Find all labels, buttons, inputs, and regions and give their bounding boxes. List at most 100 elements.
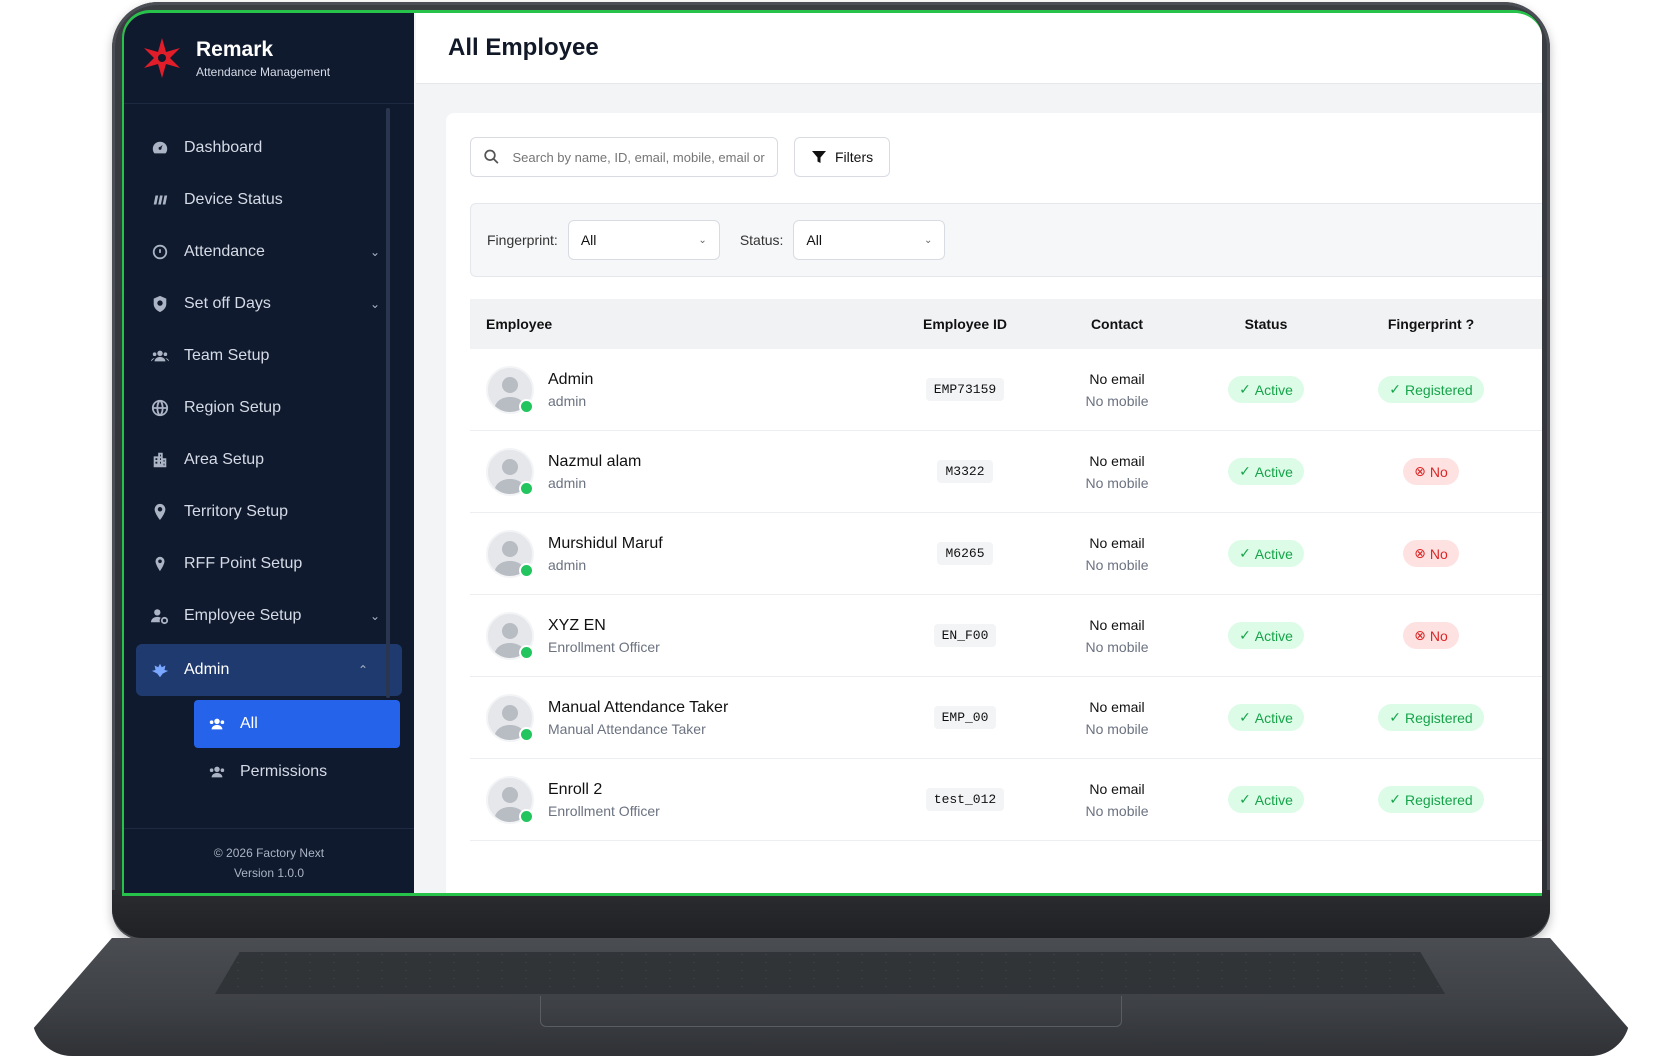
sidebar-item-region-setup[interactable]: Region Setup xyxy=(124,382,414,434)
table-row[interactable]: Enroll 2 Enrollment Officer test_012 No … xyxy=(470,759,1542,841)
employee-role: Enrollment Officer xyxy=(548,802,660,819)
status-badge: ✓ Active xyxy=(1228,622,1304,649)
search-input[interactable] xyxy=(510,148,777,166)
status-cell: ✓ Active xyxy=(1186,458,1346,485)
sidebar-item-rff-point-setup[interactable]: RFF Point Setup xyxy=(124,538,414,590)
avatar[interactable] xyxy=(486,611,534,660)
check-circle-icon: ✓ xyxy=(1239,791,1251,807)
employee-id-cell: M6265 xyxy=(882,542,1048,565)
fingerprint-badge-label: No xyxy=(1429,545,1448,562)
brand-subtitle: Attendance Management xyxy=(196,64,331,79)
sidebar-item-employee-setup[interactable]: Employee Setup ⌄ xyxy=(124,590,414,642)
online-status-dot xyxy=(519,398,534,414)
sidebar-item-label: Set off Days xyxy=(184,295,271,312)
location-icon xyxy=(150,554,170,574)
table-row[interactable]: Nazmul alam admin M3322 No email No mobi… xyxy=(470,431,1542,513)
chevron-down-icon: ⌄ xyxy=(924,234,933,246)
fingerprint-badge: ⊗ No xyxy=(1403,540,1459,567)
sidebar-scrollbar[interactable] xyxy=(386,108,390,698)
sidebar-item-admin[interactable]: Admin ⌃ xyxy=(136,644,402,696)
x-circle-icon: ⊗ xyxy=(1414,463,1426,479)
status-select[interactable]: All ⌄ xyxy=(793,220,946,260)
brand-name: Remark xyxy=(196,37,274,61)
laptop-keyboard xyxy=(215,952,1445,994)
table-row[interactable]: Admin admin EMP73159 No email No mobile … xyxy=(470,349,1542,431)
sidebar-item-territory-setup[interactable]: Territory Setup xyxy=(124,486,414,538)
sidebar-subitem-all[interactable]: All xyxy=(194,700,400,748)
contact-cell: No email No mobile xyxy=(1048,781,1186,819)
header-fingerprint[interactable]: Fingerprint ? xyxy=(1346,316,1516,332)
search-box[interactable] xyxy=(470,137,778,177)
header-employee-id[interactable]: Employee ID xyxy=(882,316,1048,332)
header-employee[interactable]: Employee xyxy=(470,316,882,332)
sidebar-nav: Dashboard Device Status Attendance ⌄ Set… xyxy=(124,104,414,796)
sidebar-item-attendance[interactable]: Attendance ⌄ xyxy=(124,226,414,278)
contact-cell: No email No mobile xyxy=(1048,535,1186,573)
contact-mobile: No mobile xyxy=(1085,638,1149,655)
avatar[interactable] xyxy=(486,447,534,496)
table-header: Employee Employee ID Contact Status Fing… xyxy=(470,299,1542,349)
contact-email: No email xyxy=(1089,452,1145,469)
employee-role: admin xyxy=(548,474,587,491)
laptop-hinge xyxy=(112,890,1550,938)
laptop-trackpad xyxy=(540,996,1122,1027)
sidebar-item-team-setup[interactable]: Team Setup xyxy=(124,330,414,382)
contact-mobile: No mobile xyxy=(1085,802,1149,819)
fingerprint-cell: ✓ Registered xyxy=(1346,704,1516,731)
map-pin-icon xyxy=(150,502,170,522)
employee-role: Manual Attendance Taker xyxy=(548,720,706,737)
employee-id-cell: EMP73159 xyxy=(882,378,1048,401)
employee-cell: XYZ EN Enrollment Officer xyxy=(470,611,882,660)
sidebar-item-label: Territory Setup xyxy=(184,503,289,520)
sidebar-item-dashboard[interactable]: Dashboard xyxy=(124,122,414,174)
device-icon xyxy=(150,190,170,210)
employee-cell: Enroll 2 Enrollment Officer xyxy=(470,775,882,824)
table-row[interactable]: Manual Attendance Taker Manual Attendanc… xyxy=(470,677,1542,759)
clock-icon xyxy=(150,242,170,262)
header-contact[interactable]: Contact xyxy=(1048,316,1186,332)
filter-panel: Fingerprint: All ⌄ Status: All ⌄ xyxy=(470,203,1542,277)
contact-email: No email xyxy=(1089,698,1145,715)
fingerprint-cell: ✓ Registered xyxy=(1346,376,1516,403)
header-status[interactable]: Status xyxy=(1186,316,1346,332)
avatar[interactable] xyxy=(486,529,534,578)
filters-button-label: Filters xyxy=(835,149,874,165)
sidebar-item-device-status[interactable]: Device Status xyxy=(124,174,414,226)
sidebar-item-area-setup[interactable]: Area Setup xyxy=(124,434,414,486)
brand[interactable]: Remark Attendance Management xyxy=(124,13,414,104)
employee-name: Enroll 2 xyxy=(548,780,603,798)
online-status-dot xyxy=(519,562,534,578)
contact-email: No email xyxy=(1089,616,1145,633)
contact-mobile: No mobile xyxy=(1085,720,1149,737)
avatar[interactable] xyxy=(486,365,534,414)
avatar[interactable] xyxy=(486,693,534,742)
sidebar-subitem-permissions[interactable]: Permissions xyxy=(194,748,400,796)
fingerprint-badge-label: Registered xyxy=(1405,381,1473,398)
status-badge-label: Active xyxy=(1254,463,1293,480)
employee-id-chip: EMP73159 xyxy=(925,378,1005,401)
sidebar-item-set-off-days[interactable]: Set off Days ⌄ xyxy=(124,278,414,330)
employee-card: Filters Fingerprint: All ⌄ Status: All ⌄… xyxy=(446,113,1542,893)
app-screen: Remark Attendance Management Dashboard D… xyxy=(122,10,1542,896)
users-icon xyxy=(208,762,228,782)
contact-mobile: No mobile xyxy=(1085,556,1149,573)
copyright-text: © 2026 Factory Next xyxy=(213,846,325,860)
employee-id-chip: EN_F00 xyxy=(933,624,997,647)
table-row[interactable]: XYZ EN Enrollment Officer EN_F00 No emai… xyxy=(470,595,1542,677)
fingerprint-badge: ⊗ No xyxy=(1403,458,1459,485)
contact-mobile: No mobile xyxy=(1085,474,1149,491)
employee-role: admin xyxy=(548,392,587,409)
fingerprint-select[interactable]: All ⌄ xyxy=(567,220,720,260)
check-circle-icon: ✓ xyxy=(1389,381,1402,397)
employee-id-cell: M3322 xyxy=(882,460,1048,483)
filters-button[interactable]: Filters xyxy=(794,137,891,177)
fingerprint-filter-label: Fingerprint: xyxy=(487,232,558,248)
table-row[interactable]: Murshidul Maruf admin M6265 No email No … xyxy=(470,513,1542,595)
status-badge: ✓ Active xyxy=(1228,704,1304,731)
sidebar-item-label: Area Setup xyxy=(184,451,265,468)
avatar[interactable] xyxy=(486,775,534,824)
employee-table: Employee Employee ID Contact Status Fing… xyxy=(470,299,1542,841)
chevron-down-icon: ⌄ xyxy=(369,245,380,259)
online-status-dot xyxy=(519,808,534,824)
version-text: Version 1.0.0 xyxy=(233,866,305,880)
